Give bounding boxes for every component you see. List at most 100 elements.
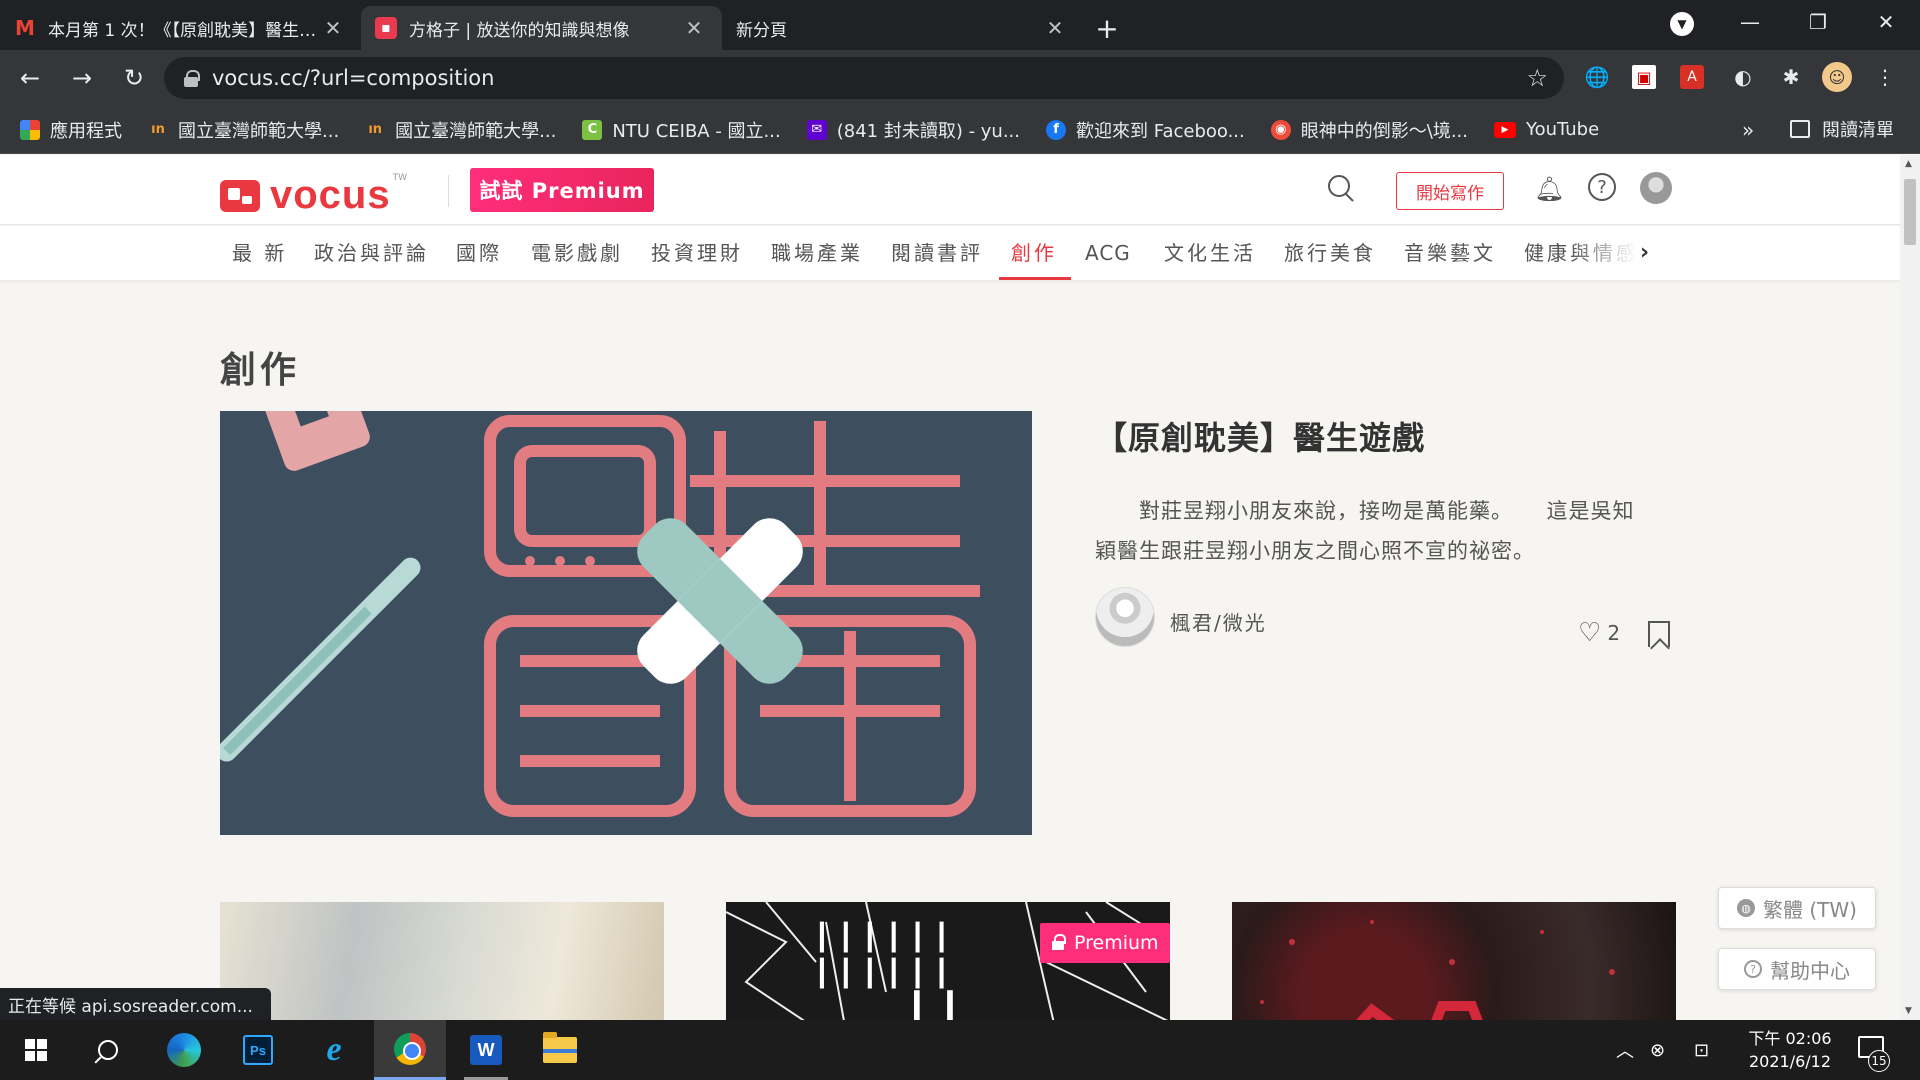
network-disconnected-icon[interactable]: ⊗ bbox=[1650, 1020, 1665, 1080]
bookmark-label: 眼神中的倒影～\境... bbox=[1300, 120, 1468, 142]
browser-tab-new[interactable]: 新分頁 ✕ bbox=[722, 6, 1083, 50]
bookmark-item[interactable]: ın 國立臺灣師範大學... bbox=[365, 117, 556, 143]
bookmark-label: YouTube bbox=[1525, 119, 1600, 140]
bookmarks-overflow-button[interactable]: » bbox=[1742, 118, 1754, 142]
article-card-image[interactable] bbox=[1232, 902, 1676, 1020]
page-viewport: vocus TW 試試 Premium 開始寫作 🔔︎ ? 最 新 政治與評論 … bbox=[0, 155, 1900, 1020]
lock-icon bbox=[184, 70, 200, 87]
reading-list-icon bbox=[1790, 120, 1810, 138]
extension-icon[interactable]: ▣ bbox=[1632, 65, 1656, 89]
svg-text:┃ ┃: ┃ ┃ bbox=[906, 990, 961, 1020]
bookmark-label: 國立臺灣師範大學... bbox=[178, 120, 340, 142]
kebab-menu-icon[interactable]: ⋮ bbox=[1870, 62, 1900, 92]
featured-cover-image[interactable] bbox=[220, 411, 1032, 835]
bookmark-item[interactable]: ✉ (841 封未讀取) - yu... bbox=[806, 117, 1020, 143]
language-selector[interactable]: ◍ 繁體 (TW) bbox=[1718, 887, 1876, 929]
search-icon bbox=[98, 1040, 118, 1060]
taskbar-photoshop[interactable]: Ps bbox=[222, 1020, 294, 1080]
taskbar-edge[interactable] bbox=[148, 1020, 220, 1080]
help-center-button[interactable]: ? 幫助中心 bbox=[1718, 948, 1876, 990]
ime-icon[interactable]: ⊡ bbox=[1694, 1020, 1709, 1080]
like-count: 2 bbox=[1607, 621, 1621, 645]
taskbar-internet-explorer[interactable]: e bbox=[298, 1020, 370, 1080]
reading-list-button[interactable]: 閱讀清單 bbox=[1790, 116, 1894, 142]
category-tab-investing[interactable]: 投資理財 bbox=[651, 226, 743, 280]
taskbar-file-explorer[interactable] bbox=[524, 1020, 596, 1080]
category-tab-career[interactable]: 職場產業 bbox=[771, 226, 863, 280]
pdf-extension-icon[interactable]: A bbox=[1680, 65, 1704, 89]
profile-avatar[interactable]: ☺ bbox=[1822, 62, 1852, 92]
svg-text:┃ ┃ ┃ ┃ ┃ ┃: ┃ ┃ ┃ ┃ ┃ ┃ bbox=[814, 957, 949, 989]
card-dark-illustration bbox=[1260, 920, 1615, 1020]
restore-icon[interactable]: ❐ bbox=[1784, 10, 1852, 34]
category-tab-books[interactable]: 閱讀書評 bbox=[891, 226, 983, 280]
close-icon[interactable]: ✕ bbox=[1043, 16, 1067, 40]
author-avatar[interactable] bbox=[1095, 587, 1155, 647]
tray-overflow-icon[interactable]: ︿ bbox=[1616, 1020, 1634, 1080]
puzzle-icon[interactable]: ✱ bbox=[1776, 62, 1806, 92]
taskbar-search-button[interactable] bbox=[72, 1020, 144, 1080]
bookmark-item[interactable]: ▶ YouTube bbox=[1493, 119, 1600, 140]
bookmark-item[interactable]: ◉ 眼神中的倒影～\境... bbox=[1270, 117, 1468, 143]
forward-icon[interactable]: → bbox=[60, 56, 104, 100]
extension-icon[interactable]: ◐ bbox=[1728, 62, 1758, 92]
category-tab-music-arts[interactable]: 音樂藝文 bbox=[1404, 226, 1496, 280]
globe-extension-icon[interactable]: 🌐 bbox=[1582, 62, 1612, 92]
close-icon[interactable]: ✕ bbox=[682, 16, 706, 40]
category-tab-travel-food[interactable]: 旅行美食 bbox=[1284, 226, 1376, 280]
tab-label: 新分頁 bbox=[736, 20, 787, 41]
category-tab-acg[interactable]: ACG bbox=[1085, 226, 1131, 280]
premium-badge: Premium bbox=[1040, 923, 1170, 963]
category-tab-culture[interactable]: 文化生活 bbox=[1164, 226, 1256, 280]
category-tab-latest[interactable]: 最 新 bbox=[232, 226, 287, 280]
author-name[interactable]: 楓君/微光 bbox=[1170, 607, 1267, 636]
address-text: vocus.cc/?url=composition bbox=[212, 66, 495, 90]
new-tab-button[interactable]: + bbox=[1083, 6, 1131, 50]
help-icon[interactable]: ? bbox=[1588, 173, 1616, 201]
browser-tab-gmail[interactable]: M 本月第 1 次！《【原創耽美】醫生遊戲 ✕ bbox=[0, 6, 361, 50]
scroll-up-arrow-icon[interactable]: ▲ bbox=[1905, 159, 1912, 169]
address-bar[interactable]: vocus.cc/?url=composition ☆ bbox=[164, 57, 1564, 99]
mail-icon: ✉ bbox=[806, 119, 827, 140]
taskbar-clock[interactable]: 下午 02:06 2021/6/12 bbox=[1730, 1027, 1850, 1073]
bookmark-item[interactable]: 應用程式 bbox=[20, 117, 122, 143]
scroll-thumb[interactable] bbox=[1904, 179, 1916, 245]
bookmark-item[interactable]: ın 國立臺灣師範大學... bbox=[148, 117, 339, 143]
page-scrollbar[interactable]: ▲ ▼ bbox=[1900, 155, 1920, 1020]
taskbar-chrome[interactable] bbox=[374, 1020, 446, 1080]
featured-excerpt: 對莊昱翔小朋友來說，接吻是萬能藥。 這是吳知穎醫生跟莊昱翔小朋友之間心照不宣的祕… bbox=[1095, 499, 1635, 563]
bookmark-item[interactable]: f 歡迎來到 Faceboo... bbox=[1046, 117, 1245, 143]
start-writing-button[interactable]: 開始寫作 bbox=[1396, 172, 1504, 210]
close-icon[interactable]: ✕ bbox=[321, 16, 345, 40]
bell-icon[interactable]: 🔔︎ bbox=[1534, 175, 1564, 203]
browser-tab-vocus[interactable]: ▪ 方格子 | 放送你的知識與想像 ✕ bbox=[361, 6, 722, 50]
reload-icon[interactable]: ↻ bbox=[112, 56, 156, 100]
blog-icon: ◉ bbox=[1270, 119, 1291, 140]
category-tab-international[interactable]: 國際 bbox=[456, 226, 502, 280]
featured-title[interactable]: 【原創耽美】醫生遊戲 bbox=[1095, 413, 1425, 459]
bookmark-icon[interactable] bbox=[1648, 621, 1670, 647]
back-icon[interactable]: ← bbox=[8, 56, 52, 100]
language-label: 繁體 (TW) bbox=[1763, 897, 1857, 922]
category-tab-politics[interactable]: 政治與評論 bbox=[314, 226, 429, 280]
lock-icon bbox=[1052, 934, 1066, 950]
start-button[interactable] bbox=[0, 1020, 72, 1080]
user-avatar[interactable] bbox=[1640, 172, 1672, 204]
vocus-logo[interactable]: vocus TW bbox=[220, 173, 407, 218]
scroll-down-arrow-icon[interactable]: ▼ bbox=[1905, 1006, 1912, 1016]
article-card-image[interactable] bbox=[220, 902, 664, 1020]
close-window-icon[interactable]: ✕ bbox=[1852, 10, 1920, 34]
bookmark-item[interactable]: C NTU CEIBA - 國立... bbox=[582, 117, 781, 143]
tab-search-icon[interactable]: ▼ bbox=[1670, 12, 1694, 36]
minimize-icon[interactable]: — bbox=[1716, 10, 1784, 34]
like-button[interactable]: ♡ 2 bbox=[1578, 618, 1620, 648]
taskbar-word[interactable]: W bbox=[450, 1020, 522, 1080]
bookmark-label: 應用程式 bbox=[50, 120, 122, 142]
category-tab-creation[interactable]: 創作 bbox=[999, 226, 1071, 280]
try-premium-button[interactable]: 試試 Premium bbox=[470, 168, 654, 212]
question-icon: ? bbox=[1744, 960, 1762, 978]
chevron-right-icon[interactable]: › bbox=[1640, 240, 1649, 265]
bookmark-star-icon[interactable]: ☆ bbox=[1526, 64, 1548, 92]
category-tab-film[interactable]: 電影戲劇 bbox=[531, 226, 623, 280]
search-icon[interactable] bbox=[1328, 175, 1358, 205]
